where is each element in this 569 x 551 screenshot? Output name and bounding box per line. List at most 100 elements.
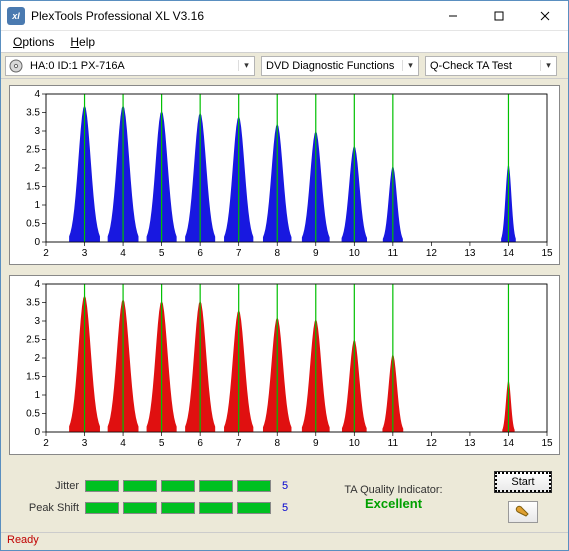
chart-area: 00.511.522.533.5423456789101112131415 00…: [1, 79, 568, 532]
svg-text:6: 6: [197, 248, 203, 259]
svg-text:1: 1: [34, 200, 40, 211]
svg-text:9: 9: [313, 248, 319, 259]
ta-quality-label: TA Quality Indicator:: [344, 484, 442, 496]
svg-text:2.5: 2.5: [26, 335, 40, 346]
peakshift-value: 5: [277, 502, 293, 514]
peakshift-bar: [85, 502, 271, 514]
chart-top-svg: 0 0.5 1 1.5 2 2.5 3 3.5 4 2 3 4 5 6 7 8 9 10 11 12 13 14 15: [10, 86, 559, 264]
category-select-value: DVD Diagnostic Functions: [262, 60, 398, 72]
toolbar: HA:0 ID:1 PX-716A ▾ DVD Diagnostic Funct…: [1, 53, 568, 79]
svg-text:0: 0: [34, 237, 40, 248]
svg-text:3: 3: [34, 316, 40, 327]
window-title: PlexTools Professional XL V3.16: [31, 9, 430, 23]
minimize-button[interactable]: [430, 1, 476, 30]
svg-text:4: 4: [120, 248, 126, 259]
peakshift-seg: [161, 502, 195, 514]
drive-select[interactable]: HA:0 ID:1 PX-716A ▾: [5, 56, 255, 76]
svg-text:2.5: 2.5: [26, 145, 40, 156]
wrench-icon: [515, 504, 531, 521]
svg-text:1.5: 1.5: [26, 182, 40, 193]
ta-quality-value: Excellent: [365, 496, 422, 511]
svg-text:2: 2: [43, 248, 49, 259]
peakshift-seg: [199, 502, 233, 514]
jitter-label: Jitter: [17, 480, 79, 492]
disc-icon: [8, 58, 24, 74]
menu-options-label: ptions: [22, 35, 54, 49]
svg-text:14: 14: [503, 248, 515, 259]
ta-quality: TA Quality Indicator: Excellent: [293, 484, 494, 511]
svg-text:4: 4: [34, 89, 40, 100]
svg-text:3: 3: [82, 438, 88, 449]
svg-text:15: 15: [541, 248, 553, 259]
svg-text:12: 12: [426, 248, 438, 259]
jitter-bar: [85, 480, 271, 492]
start-button[interactable]: Start: [494, 471, 552, 493]
svg-text:11: 11: [388, 248, 399, 259]
svg-text:6: 6: [197, 438, 203, 449]
svg-text:10: 10: [349, 248, 361, 259]
menubar: Options Help: [1, 31, 568, 53]
test-select[interactable]: Q-Check TA Test ▾: [425, 56, 557, 76]
category-select[interactable]: DVD Diagnostic Functions ▾: [261, 56, 419, 76]
test-select-value: Q-Check TA Test: [426, 60, 516, 72]
peakshift-seg: [123, 502, 157, 514]
menu-help-label: elp: [79, 35, 95, 49]
menu-help[interactable]: Help: [62, 33, 103, 51]
svg-text:13: 13: [464, 248, 476, 259]
svg-text:8: 8: [274, 248, 280, 259]
svg-text:5: 5: [159, 248, 165, 259]
svg-text:15: 15: [541, 438, 553, 449]
svg-text:10: 10: [349, 438, 361, 449]
svg-text:5: 5: [159, 438, 165, 449]
svg-text:4: 4: [120, 438, 126, 449]
svg-text:12: 12: [426, 438, 438, 449]
svg-text:4: 4: [34, 279, 40, 290]
peakshift-seg: [237, 502, 271, 514]
svg-text:3: 3: [82, 248, 88, 259]
svg-text:3: 3: [34, 126, 40, 137]
svg-text:0: 0: [34, 427, 40, 438]
jitter-seg: [161, 480, 195, 492]
svg-text:8: 8: [274, 438, 280, 449]
jitter-seg: [85, 480, 119, 492]
svg-text:0.5: 0.5: [26, 219, 40, 230]
close-button[interactable]: [522, 1, 568, 30]
chart-bottom: 0 0.5 1 1.5 2 2.5 3 3.5 4 2 3 4 5 6 7 8 9 10 11 12 13 14 15: [9, 275, 560, 455]
svg-text:7: 7: [236, 438, 242, 449]
jitter-value: 5: [277, 480, 293, 492]
maximize-button[interactable]: [476, 1, 522, 30]
svg-text:2: 2: [34, 163, 40, 174]
svg-text:11: 11: [388, 438, 399, 449]
window-controls: [430, 1, 568, 30]
svg-text:9: 9: [313, 438, 319, 449]
svg-text:14: 14: [503, 438, 515, 449]
jitter-seg: [237, 480, 271, 492]
action-buttons: Start: [494, 471, 552, 523]
chevron-down-icon: ▾: [540, 60, 556, 71]
svg-text:1.5: 1.5: [26, 372, 40, 383]
chart-bottom-svg: 0 0.5 1 1.5 2 2.5 3 3.5 4 2 3 4 5 6 7 8 9 10 11 12 13 14 15: [10, 276, 559, 454]
drive-select-value: HA:0 ID:1 PX-716A: [26, 60, 129, 72]
titlebar: xl PlexTools Professional XL V3.16: [1, 1, 568, 31]
menu-options[interactable]: Options: [5, 33, 62, 51]
peakshift-seg: [85, 502, 119, 514]
chart-top: 0 0.5 1 1.5 2 2.5 3 3.5 4 2 3 4 5 6 7 8 9 10 11 12 13 14 15: [9, 85, 560, 265]
svg-text:2: 2: [43, 438, 49, 449]
peakshift-label: Peak Shift: [17, 502, 79, 514]
svg-text:3.5: 3.5: [26, 298, 40, 309]
app-icon: xl: [7, 7, 25, 25]
svg-text:7: 7: [236, 248, 242, 259]
options-button[interactable]: [508, 501, 538, 523]
svg-text:0.5: 0.5: [26, 409, 40, 420]
svg-text:2: 2: [34, 353, 40, 364]
statusbar: Ready: [1, 532, 568, 550]
jitter-seg: [199, 480, 233, 492]
status-text: Ready: [7, 534, 39, 546]
svg-text:3.5: 3.5: [26, 108, 40, 119]
jitter-seg: [123, 480, 157, 492]
chevron-down-icon: ▾: [402, 60, 418, 71]
svg-text:1: 1: [34, 390, 40, 401]
svg-text:13: 13: [464, 438, 476, 449]
quality-bars: Jitter 5 Peak Shift: [17, 480, 293, 514]
chevron-down-icon: ▾: [238, 60, 254, 71]
